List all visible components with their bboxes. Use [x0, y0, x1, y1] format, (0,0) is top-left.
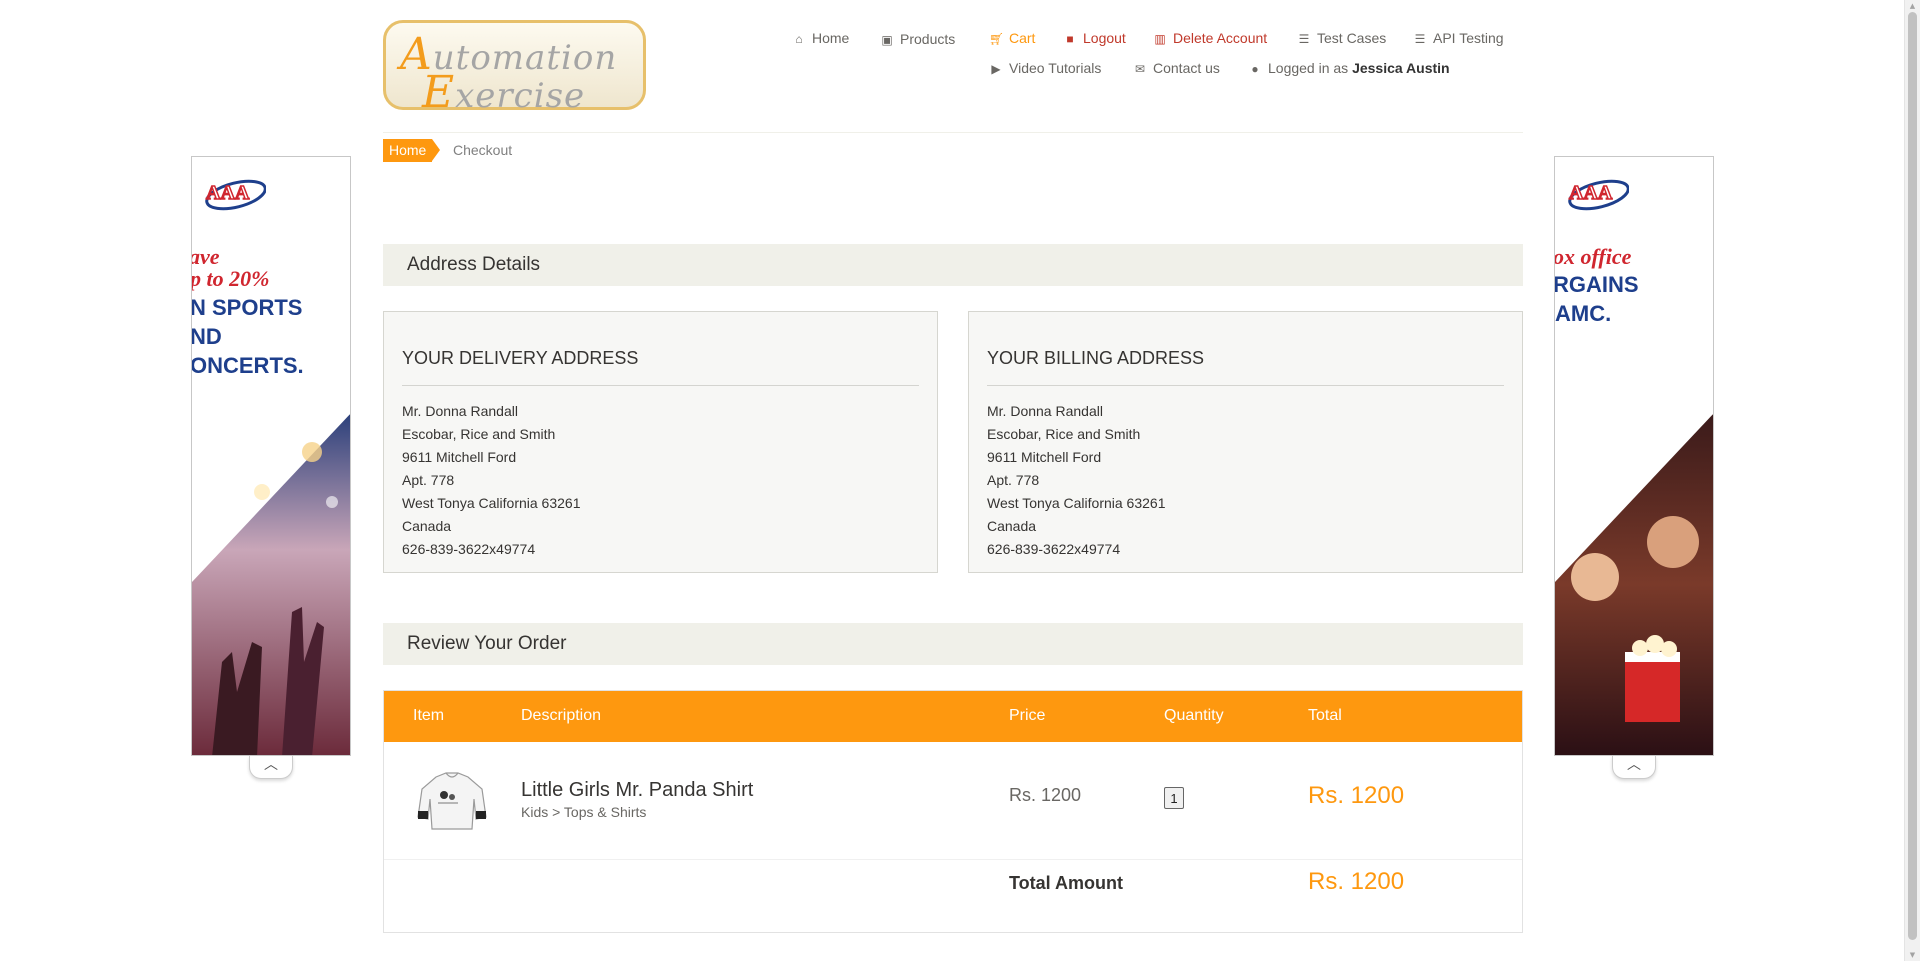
scroll-up-arrow-icon[interactable]: ▲	[1905, 0, 1920, 12]
right-ad-line-3: AMC.	[1555, 301, 1612, 326]
home-icon: ⌂	[795, 32, 803, 46]
user-icon: ●	[1251, 62, 1259, 76]
svg-text:AAA: AAA	[206, 182, 250, 204]
header-description: Description	[521, 707, 602, 724]
delivery-name: Mr. Donna Randall	[402, 403, 518, 419]
nav-logout[interactable]: ■ Logout	[1063, 30, 1125, 46]
aaa-logo-icon: AAA	[205, 179, 266, 211]
chevron-up-icon[interactable]: ︿	[249, 756, 293, 779]
total-amount-label: Total Amount	[1009, 873, 1123, 893]
product-quantity: 1	[1164, 787, 1184, 809]
billing-address-box: YOUR BILLING ADDRESS Mr. Donna Randall E…	[968, 311, 1523, 573]
product-image[interactable]	[414, 769, 490, 833]
header-total: Total	[1308, 707, 1342, 724]
product-price: Rs. 1200	[1009, 785, 1082, 805]
header-divider	[383, 132, 1523, 133]
svg-text:AAA: AAA	[1569, 182, 1613, 204]
right-ad-line-2: RGAINS	[1554, 272, 1639, 297]
billing-name: Mr. Donna Randall	[987, 403, 1103, 419]
header-price: Price	[1009, 707, 1046, 724]
nav-video-tutorials[interactable]: ▶ Video Tutorials	[989, 60, 1101, 76]
list-icon: ☰	[1414, 32, 1426, 46]
shopping-cart-icon: 🛒︎	[989, 32, 1005, 46]
chevron-up-icon[interactable]: ︿	[1612, 756, 1656, 779]
breadcrumb-home[interactable]: Home	[383, 139, 441, 162]
delivery-address2: Apt. 778	[402, 472, 455, 488]
order-table-header: Item Description Price Quantity Total	[384, 691, 1522, 742]
nav-products[interactable]: ▣ Products	[880, 31, 955, 47]
left-ad-line-4: ND	[191, 324, 222, 349]
right-ad-toggle[interactable]: ︿	[1554, 756, 1714, 782]
nav-test-cases[interactable]: ☰ Test Cases	[1297, 30, 1387, 46]
delivery-phone: 626-839-3622x49774	[402, 541, 536, 557]
nav-delete-account[interactable]: ▥ Delete Account	[1153, 30, 1267, 46]
row-divider	[384, 859, 1522, 860]
page-scrollbar[interactable]: ▲ ▼	[1904, 0, 1920, 961]
nav-api-testing[interactable]: ☰ API Testing	[1413, 30, 1504, 46]
list-icon: ☰	[1298, 32, 1310, 46]
delivery-city-state-zip: West Tonya California 63261	[402, 495, 581, 511]
scroll-down-arrow-icon[interactable]: ▼	[1905, 949, 1920, 961]
review-order-heading: Review Your Order	[383, 623, 1523, 665]
delivery-address-box: YOUR DELIVERY ADDRESS Mr. Donna Randall …	[383, 311, 938, 573]
address-details-heading: Address Details	[383, 244, 1523, 286]
movie-audience-image	[1555, 414, 1713, 755]
logo-line-2: Exercise	[422, 67, 586, 118]
billing-city-state-zip: West Tonya California 63261	[987, 495, 1166, 511]
briefcase-icon: ▣	[881, 33, 893, 47]
left-ad-line-2: p to 20%	[191, 266, 270, 291]
nav-cart[interactable]: 🛒︎ Cart	[989, 30, 1035, 46]
order-table: Item Description Price Quantity Total Li…	[383, 690, 1523, 933]
lock-icon: ■	[1066, 32, 1074, 46]
product-name-link[interactable]: Little Girls Mr. Panda Shirt	[521, 779, 753, 802]
envelope-icon: ✉	[1134, 62, 1146, 76]
delivery-company: Escobar, Rice and Smith	[402, 426, 556, 442]
billing-country: Canada	[987, 518, 1037, 534]
billing-address-title: YOUR BILLING ADDRESS	[987, 312, 1504, 386]
delivery-address-title: YOUR DELIVERY ADDRESS	[402, 312, 919, 386]
nav-contact-us[interactable]: ✉ Contact us	[1133, 60, 1220, 76]
right-ad-line-1: ox office	[1554, 244, 1632, 269]
nav-home[interactable]: ⌂ Home	[792, 30, 849, 46]
left-side-ad[interactable]: AAA ave p to 20% N SPORTS ND ONCERTS.	[191, 156, 351, 756]
billing-address2: Apt. 778	[987, 472, 1040, 488]
youtube-play-icon: ▶	[991, 62, 1001, 76]
billing-phone: 626-839-3622x49774	[987, 541, 1121, 557]
nav-logged-in-user[interactable]: ● Logged in as Jessica Austin	[1248, 60, 1449, 76]
delivery-address1: 9611 Mitchell Ford	[402, 449, 517, 465]
header-item: Item	[413, 707, 445, 724]
aaa-logo-icon: AAA	[1568, 179, 1629, 211]
site-logo[interactable]: Automation Exercise	[383, 20, 646, 118]
right-side-ad[interactable]: AAA ox office RGAINS AMC.	[1554, 156, 1714, 756]
product-category: Kids > Tops & Shirts	[521, 804, 647, 820]
left-ad-line-5: ONCERTS.	[191, 353, 304, 378]
delivery-country: Canada	[402, 518, 452, 534]
left-ad-line-3: N SPORTS	[191, 295, 303, 320]
trash-icon: ▥	[1154, 32, 1166, 46]
breadcrumb-current: Checkout	[453, 142, 513, 158]
left-ad-toggle[interactable]: ︿	[191, 756, 351, 782]
total-amount-value: Rs. 1200	[1308, 868, 1405, 895]
product-total: Rs. 1200	[1308, 782, 1405, 809]
concert-crowd-image	[192, 414, 350, 755]
billing-address1: 9611 Mitchell Ford	[987, 449, 1102, 465]
scrollbar-thumb[interactable]	[1908, 12, 1917, 940]
billing-company: Escobar, Rice and Smith	[987, 426, 1141, 442]
header-quantity: Quantity	[1164, 707, 1224, 724]
